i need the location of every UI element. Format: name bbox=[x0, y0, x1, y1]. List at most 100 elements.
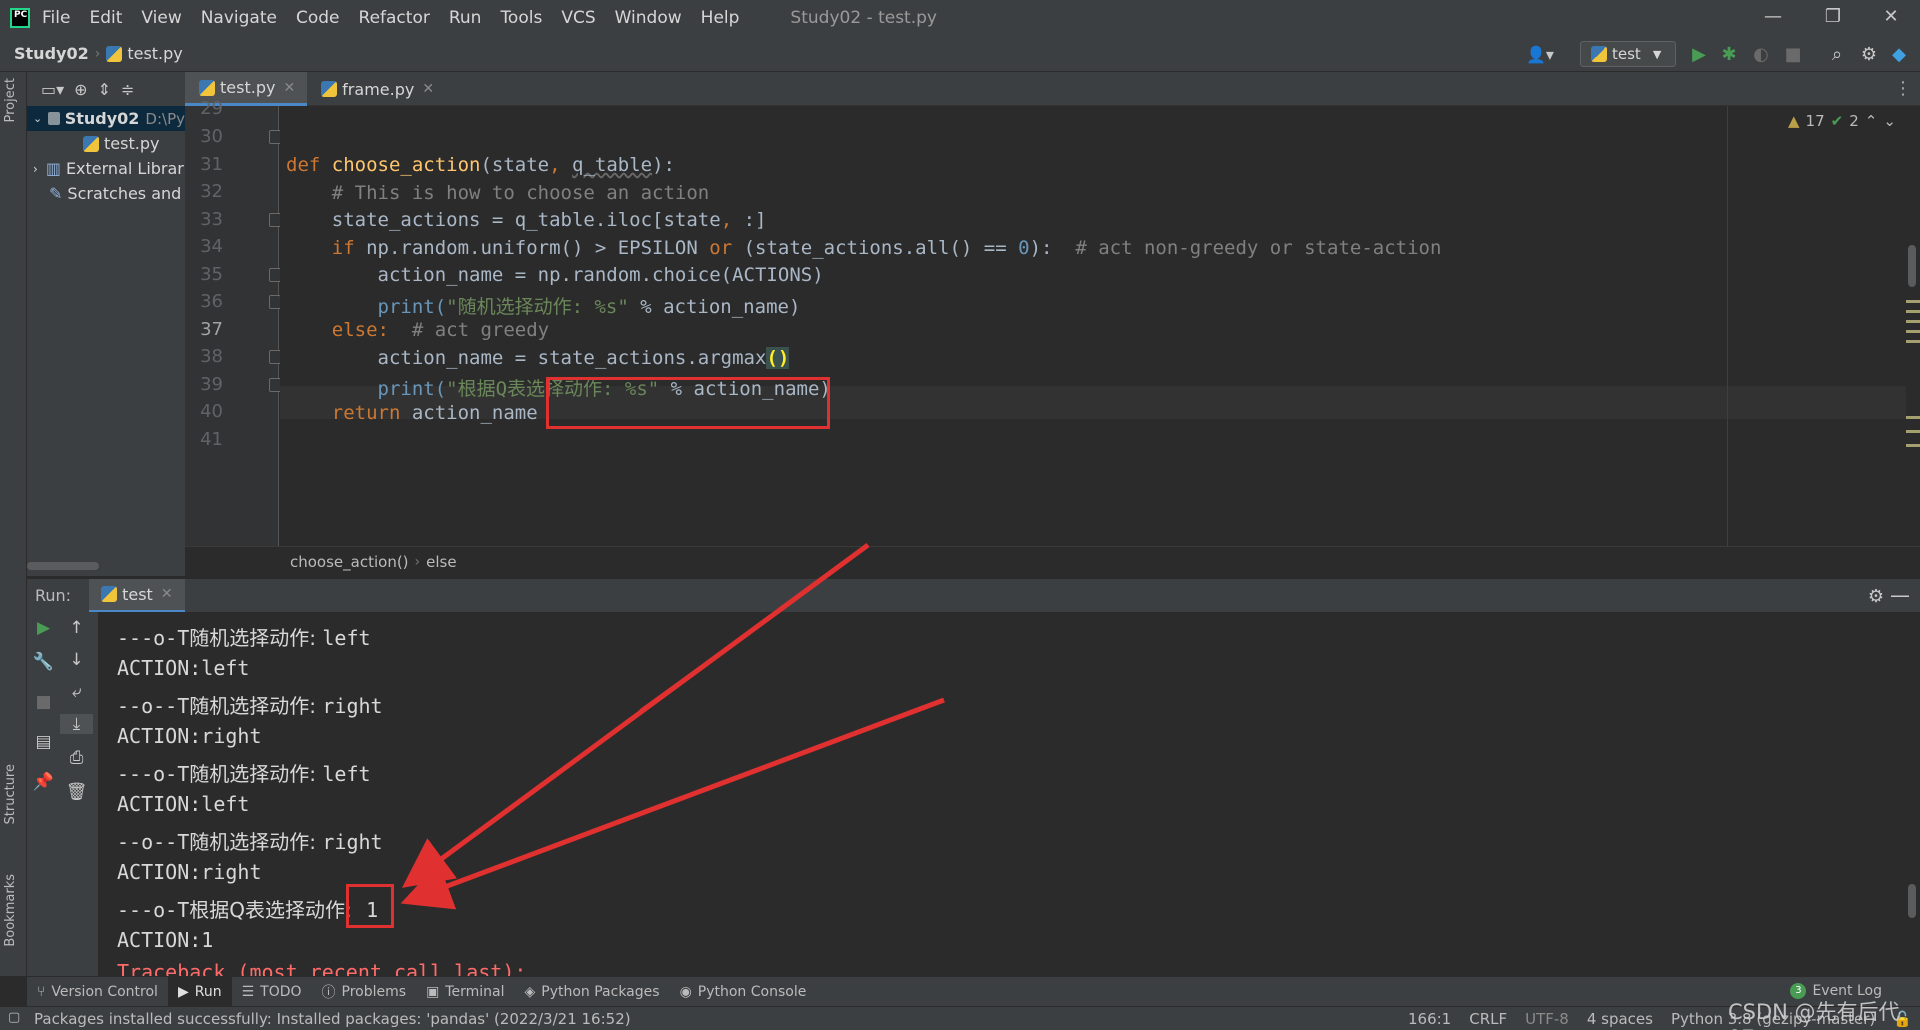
run-icon[interactable]: ▶ bbox=[1688, 44, 1710, 65]
minimize-panel-icon[interactable]: — bbox=[1890, 583, 1910, 607]
pycharm-logo-icon bbox=[10, 8, 30, 28]
rerun-icon[interactable]: ▶ bbox=[27, 618, 60, 638]
error-stripe-mark[interactable] bbox=[1906, 340, 1920, 343]
error-stripe-mark[interactable] bbox=[1906, 416, 1920, 419]
watermark: CSDN @先有后代07 bbox=[1728, 1000, 1900, 1030]
soft-wrap-icon[interactable]: ⤶ bbox=[60, 682, 93, 702]
code-line-30: def choose_action(state, q_table): bbox=[286, 154, 675, 176]
project-tool-tab[interactable]: Project bbox=[3, 78, 18, 122]
coverage-icon[interactable]: ◐ bbox=[1750, 44, 1772, 65]
gear-icon[interactable]: ⚙ bbox=[1868, 586, 1884, 607]
menu-help[interactable]: Help bbox=[701, 8, 740, 28]
chevron-right-icon[interactable]: › bbox=[33, 162, 38, 176]
close-icon[interactable]: ✕ bbox=[283, 80, 295, 96]
run-configuration-select[interactable]: test ▼ bbox=[1580, 41, 1676, 67]
toggle-tool-windows-icon[interactable]: ▢ bbox=[8, 1010, 20, 1025]
tab-frame-py[interactable]: frame.py ✕ bbox=[307, 72, 446, 106]
more-vertical-icon[interactable]: ⋮ bbox=[1894, 78, 1912, 99]
inspection-widget[interactable]: ▲ 17 ✔ 2 ⌃ ⌄ bbox=[1788, 112, 1896, 130]
tab-todo[interactable]: ☰ TODO bbox=[232, 977, 312, 1007]
menu-refactor[interactable]: Refactor bbox=[359, 8, 430, 28]
menu-run[interactable]: Run bbox=[449, 8, 482, 28]
line-separator[interactable]: CRLF bbox=[1469, 1010, 1507, 1028]
line-number: 32 bbox=[200, 181, 223, 202]
menu-navigate[interactable]: Navigate bbox=[201, 8, 277, 28]
line-number: 30 bbox=[200, 126, 223, 147]
editor-scroll-thumb[interactable] bbox=[1908, 245, 1916, 287]
arrow-down-icon[interactable]: ↓ bbox=[60, 650, 93, 670]
close-window-icon[interactable]: ✕ bbox=[1876, 6, 1906, 27]
tab-version-control[interactable]: ⑂ Version Control bbox=[27, 977, 168, 1007]
view-mode-icon[interactable]: ▭▾ bbox=[41, 80, 64, 99]
minimize-window-icon[interactable]: — bbox=[1758, 6, 1788, 27]
chevron-up-icon[interactable]: ⌃ bbox=[1865, 112, 1878, 130]
menu-window[interactable]: Window bbox=[615, 8, 682, 28]
caret-position[interactable]: 166:1 bbox=[1408, 1010, 1451, 1028]
breadcrumb-project[interactable]: Study02 bbox=[14, 44, 89, 63]
search-icon[interactable]: ⌕ bbox=[1826, 44, 1848, 65]
error-stripe-mark[interactable] bbox=[1906, 300, 1920, 303]
tree-item-root[interactable]: ⌄ Study02 D:\Py bbox=[27, 106, 185, 131]
jetbrains-toolbox-icon[interactable]: ◆ bbox=[1888, 44, 1910, 65]
horizontal-scrollbar[interactable] bbox=[27, 562, 99, 570]
console-scrollbar[interactable] bbox=[1908, 884, 1916, 918]
arrow-up-icon[interactable]: ↑ bbox=[60, 618, 93, 638]
run-tab-test[interactable]: test ✕ bbox=[89, 578, 185, 613]
tab-run[interactable]: ▶ Run bbox=[167, 976, 232, 1007]
stop-icon[interactable]: ■ bbox=[1782, 44, 1804, 65]
editor-scrollbar[interactable] bbox=[1906, 106, 1920, 546]
error-stripe-mark[interactable] bbox=[1906, 330, 1920, 333]
annotation-highlight-box bbox=[346, 884, 394, 928]
bookmarks-tool-tab[interactable]: Bookmarks bbox=[3, 874, 18, 947]
python-config-icon bbox=[1591, 46, 1607, 62]
layout-icon[interactable]: ▤ bbox=[27, 732, 60, 752]
file-encoding[interactable]: UTF-8 bbox=[1525, 1010, 1569, 1028]
collapse-all-icon[interactable]: ⇕ bbox=[98, 80, 111, 99]
tree-item-test-py[interactable]: test.py bbox=[27, 131, 185, 156]
pin-icon[interactable]: 📌 bbox=[27, 772, 60, 792]
console-line: ACTION:left bbox=[117, 656, 250, 680]
line-number: 38 bbox=[200, 346, 223, 367]
error-stripe-mark[interactable] bbox=[1906, 444, 1920, 447]
code-line-32: state_actions = q_table.iloc[state, :] bbox=[286, 209, 767, 231]
tab-problems[interactable]: ⓘ Problems bbox=[312, 977, 417, 1007]
menu-tools[interactable]: Tools bbox=[500, 8, 542, 28]
trash-icon[interactable]: 🗑 bbox=[60, 782, 93, 802]
status-message[interactable]: Packages installed successfully: Install… bbox=[34, 1010, 631, 1028]
breadcrumb-function[interactable]: choose_action() bbox=[290, 553, 409, 571]
menu-vcs[interactable]: VCS bbox=[561, 8, 595, 28]
tab-python-packages[interactable]: ◈ Python Packages bbox=[514, 977, 669, 1007]
locate-file-icon[interactable]: ⊕ bbox=[74, 80, 87, 99]
tree-item-scratches[interactable]: ✎ Scratches and bbox=[27, 181, 185, 206]
stop-icon[interactable]: ■ bbox=[27, 692, 60, 712]
error-stripe-mark[interactable] bbox=[1906, 310, 1920, 313]
chevron-down-icon[interactable]: ⌄ bbox=[33, 112, 42, 125]
close-icon[interactable]: ✕ bbox=[161, 586, 173, 602]
expand-all-icon[interactable]: ≑ bbox=[121, 80, 134, 99]
gear-icon[interactable]: ⚙ bbox=[1858, 44, 1880, 65]
console-line: ---o-T随机选择动作: left bbox=[117, 762, 371, 786]
code-editor[interactable]: def choose_action(state, q_table): # Thi… bbox=[280, 106, 1920, 546]
menu-code[interactable]: Code bbox=[296, 8, 340, 28]
chevron-down-icon[interactable]: ⌄ bbox=[1883, 112, 1896, 130]
print-icon[interactable]: ⎙ bbox=[60, 748, 93, 768]
indent-setting[interactable]: 4 spaces bbox=[1587, 1010, 1653, 1028]
tab-python-console[interactable]: ◉ Python Console bbox=[670, 977, 817, 1007]
tree-item-external-libraries[interactable]: › ▥ External Librar bbox=[27, 156, 185, 181]
menu-view[interactable]: View bbox=[141, 8, 181, 28]
error-stripe-mark[interactable] bbox=[1906, 430, 1920, 433]
scroll-to-end-icon[interactable]: ⤓ bbox=[60, 714, 93, 734]
wrench-icon[interactable]: 🔧 bbox=[27, 652, 60, 672]
structure-tool-tab[interactable]: Structure bbox=[3, 764, 18, 824]
menu-edit[interactable]: Edit bbox=[89, 8, 122, 28]
user-account-icon[interactable]: 👤▾ bbox=[1526, 45, 1554, 64]
breadcrumb-file[interactable]: test.py bbox=[106, 44, 183, 63]
debug-bug-icon[interactable]: ✱ bbox=[1718, 44, 1740, 65]
restore-window-icon[interactable]: ❐ bbox=[1818, 6, 1848, 27]
breadcrumb-block[interactable]: else bbox=[426, 553, 456, 571]
close-icon[interactable]: ✕ bbox=[422, 81, 434, 97]
menu-file[interactable]: File bbox=[42, 8, 70, 28]
run-tab-label: test bbox=[122, 584, 153, 604]
tab-terminal[interactable]: ▣ Terminal bbox=[416, 977, 514, 1007]
error-stripe-mark[interactable] bbox=[1906, 320, 1920, 323]
